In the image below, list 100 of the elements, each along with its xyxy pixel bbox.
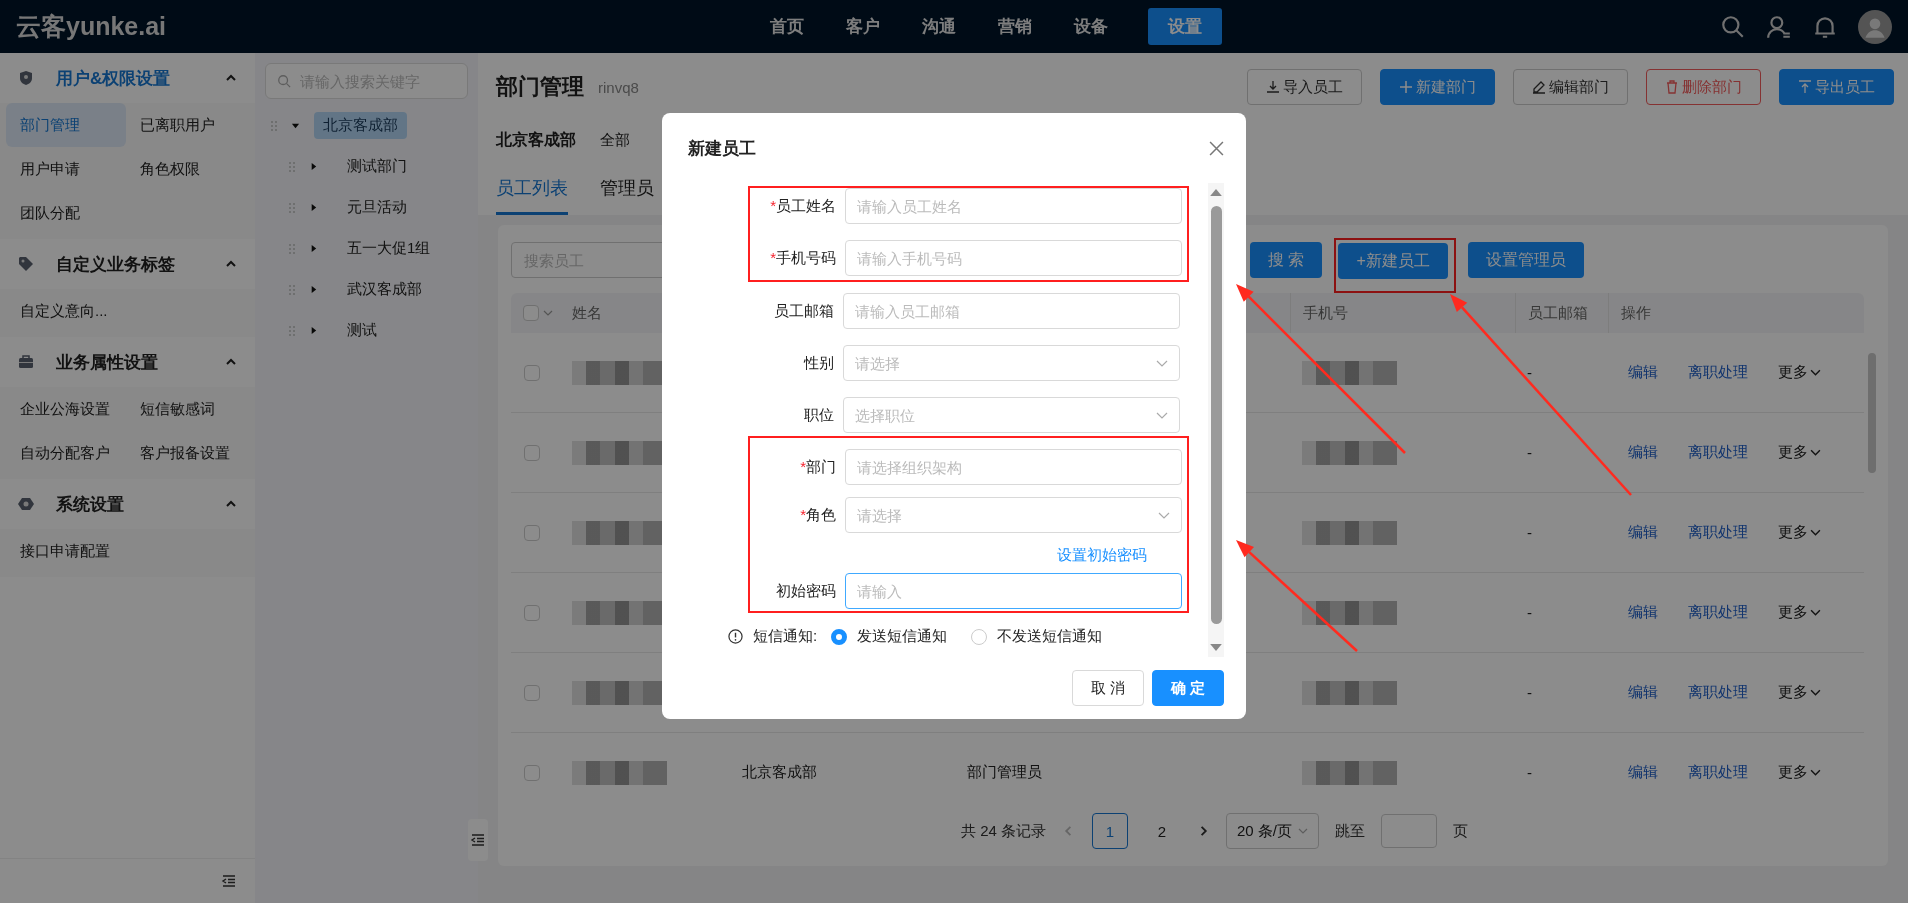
set-password-link[interactable]: 设置初始密码: [1057, 545, 1147, 565]
sidebar-item[interactable]: 角色权限: [126, 147, 246, 191]
checkbox[interactable]: [524, 364, 540, 381]
row-action-link[interactable]: 编辑: [1628, 363, 1658, 382]
input-field[interactable]: 请选择组织架构: [845, 449, 1182, 485]
row-action-link[interactable]: 离职处理: [1688, 603, 1748, 622]
row-action-link[interactable]: 编辑: [1628, 443, 1658, 462]
checkbox[interactable]: [524, 684, 540, 701]
page-button[interactable]: 2: [1144, 813, 1180, 849]
close-icon[interactable]: [1209, 140, 1224, 156]
nav-item[interactable]: 沟通: [908, 8, 970, 45]
radio-label[interactable]: 不发送短信通知: [997, 627, 1103, 646]
checkbox[interactable]: [524, 524, 540, 541]
user-icon[interactable]: [1766, 13, 1792, 40]
action-button[interactable]: 编辑部门: [1513, 69, 1628, 105]
input-field[interactable]: 请输入手机号码: [845, 240, 1182, 276]
sidebar-item[interactable]: 已离职用户: [126, 103, 246, 147]
more-dropdown[interactable]: 更多: [1778, 523, 1821, 542]
more-dropdown[interactable]: 更多: [1778, 603, 1821, 622]
sidebar-section-header[interactable]: 自定义业务标签: [0, 239, 255, 289]
checkbox[interactable]: [524, 444, 540, 461]
sidebar-item[interactable]: 用户申请: [6, 147, 126, 191]
drag-handle-icon[interactable]: [289, 161, 295, 172]
tree-item[interactable]: 武汉客成部: [338, 276, 431, 303]
page-size-select[interactable]: 20 条/页: [1226, 813, 1320, 849]
collapse-icon[interactable]: [470, 832, 486, 848]
more-dropdown[interactable]: 更多: [1778, 763, 1821, 782]
row-action-link[interactable]: 离职处理: [1688, 443, 1748, 462]
row-action-link[interactable]: 离职处理: [1688, 363, 1748, 382]
dialog-button[interactable]: 确 定: [1152, 670, 1224, 706]
radio-button[interactable]: [831, 628, 848, 645]
tree-item[interactable]: 北京客成部: [314, 112, 407, 139]
sidebar-item[interactable]: 客户报备设置: [126, 431, 246, 475]
checkbox[interactable]: [524, 604, 540, 621]
tree-item[interactable]: 五一大促1组: [338, 235, 440, 262]
tree-item[interactable]: 测试部门: [338, 153, 416, 180]
row-action-link[interactable]: 编辑: [1628, 763, 1658, 782]
page-button[interactable]: 1: [1092, 813, 1128, 849]
nav-item[interactable]: 客户: [832, 8, 894, 45]
radio-button[interactable]: [971, 628, 988, 645]
select-field[interactable]: 请选择: [845, 497, 1182, 533]
more-dropdown[interactable]: 更多: [1778, 363, 1821, 382]
row-action-link[interactable]: 离职处理: [1688, 763, 1748, 782]
sidebar-item[interactable]: 部门管理: [6, 103, 126, 147]
avatar-icon[interactable]: [1858, 9, 1892, 44]
collapse-tab[interactable]: [468, 819, 488, 861]
chevron-down-icon[interactable]: [543, 308, 553, 318]
sidebar-section-header[interactable]: 用户&权限设置: [0, 53, 255, 103]
search-icon: [277, 74, 291, 88]
select-field[interactable]: 请选择: [843, 345, 1180, 381]
more-dropdown[interactable]: 更多: [1778, 443, 1821, 462]
page-input[interactable]: [1381, 814, 1438, 848]
row-action-link[interactable]: 编辑: [1628, 523, 1658, 542]
sidebar-item[interactable]: 团队分配: [6, 191, 126, 235]
drag-handle-icon[interactable]: [289, 284, 295, 295]
scrollbar[interactable]: [1208, 183, 1224, 657]
row-action-link[interactable]: 编辑: [1628, 603, 1658, 622]
search-icon[interactable]: [1720, 13, 1746, 40]
more-dropdown[interactable]: 更多: [1778, 683, 1821, 702]
sidebar-item[interactable]: 自动分配客户: [6, 431, 126, 475]
nav-item[interactable]: 首页: [756, 8, 818, 45]
scroll-up-icon[interactable]: [1210, 189, 1222, 196]
sidebar-item[interactable]: 自定义意向...: [6, 289, 126, 333]
info-icon: [728, 629, 743, 644]
row-action-link[interactable]: 编辑: [1628, 683, 1658, 702]
tree-item[interactable]: 测试: [338, 317, 386, 344]
sidebar-section-header[interactable]: 系统设置: [0, 479, 255, 529]
nav-item[interactable]: 营销: [984, 8, 1046, 45]
input-field[interactable]: 请输入员工邮箱: [843, 293, 1180, 329]
caret-icon[interactable]: [309, 285, 318, 294]
caret-icon[interactable]: [291, 121, 300, 130]
input-field[interactable]: 请输入: [845, 573, 1182, 609]
dialog-button[interactable]: 取 消: [1072, 670, 1144, 706]
radio-label[interactable]: 发送短信通知: [857, 627, 948, 646]
caret-icon[interactable]: [309, 244, 318, 253]
drag-handle-icon[interactable]: [289, 325, 295, 336]
tree-item[interactable]: 元旦活动: [338, 194, 416, 221]
action-button[interactable]: 导入员工: [1247, 69, 1362, 105]
select-field[interactable]: 选择职位: [843, 397, 1180, 433]
tab[interactable]: 员工列表: [496, 163, 568, 215]
row-action-link[interactable]: 离职处理: [1688, 523, 1748, 542]
drag-handle-icon[interactable]: [289, 202, 295, 213]
checkbox[interactable]: [523, 305, 539, 321]
drag-handle-icon[interactable]: [271, 120, 277, 131]
field-label: *角色: [799, 505, 836, 525]
caret-icon[interactable]: [309, 203, 318, 212]
checkbox[interactable]: [524, 764, 540, 781]
sidebar-item[interactable]: 企业公海设置: [6, 387, 126, 431]
tab[interactable]: 管理员: [600, 163, 654, 215]
sidebar-section-header[interactable]: 业务属性设置: [0, 337, 255, 387]
nav-item[interactable]: 设备: [1060, 8, 1122, 45]
row-action-link[interactable]: 离职处理: [1688, 683, 1748, 702]
scroll-down-icon[interactable]: [1210, 644, 1222, 651]
drag-handle-icon[interactable]: [289, 243, 295, 254]
sidebar-item[interactable]: 接口申请配置: [6, 529, 126, 573]
collapse-icon[interactable]: [221, 873, 237, 889]
caret-icon[interactable]: [309, 326, 318, 335]
sidebar-item[interactable]: 短信敏感词: [126, 387, 246, 431]
caret-icon[interactable]: [309, 162, 318, 171]
input-field[interactable]: 请输入员工姓名: [845, 188, 1182, 224]
